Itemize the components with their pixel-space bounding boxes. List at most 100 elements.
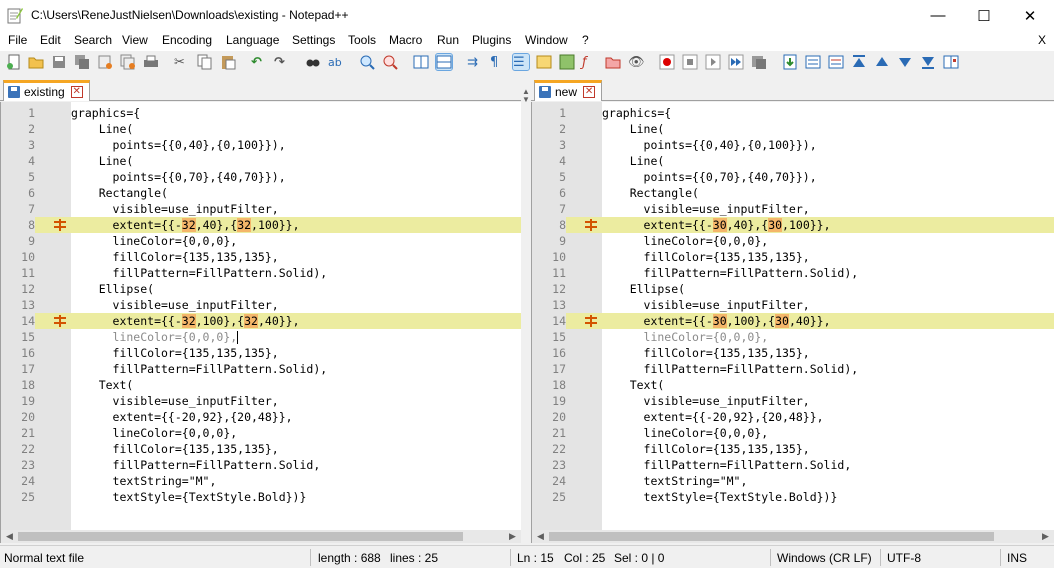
code-line[interactable]: 11 fillPattern=FillPattern.Solid),: [532, 265, 1054, 281]
code-line[interactable]: 19 visible=use_inputFilter,: [1, 393, 521, 409]
code-line[interactable]: 25 textStyle={TextStyle.Bold})}: [1, 489, 521, 505]
code-line[interactable]: 20 extent={{-20,92},{20,48}},: [1, 409, 521, 425]
record-macro-icon[interactable]: [659, 54, 675, 70]
save-icon[interactable]: [51, 54, 67, 70]
scroll-right-icon[interactable]: ▶: [506, 530, 519, 543]
code-line[interactable]: 4 Line(: [1, 153, 521, 169]
menu-search[interactable]: Search: [74, 33, 112, 47]
code-line[interactable]: 17 fillPattern=FillPattern.Solid),: [532, 361, 1054, 377]
stop-macro-icon[interactable]: [682, 54, 698, 70]
save-all-icon[interactable]: [74, 54, 90, 70]
code-line[interactable]: 5 points={{0,70},{40,70}}),: [1, 169, 521, 185]
menu-settings[interactable]: Settings: [292, 33, 335, 47]
menu-tools[interactable]: Tools: [348, 33, 376, 47]
menu-view[interactable]: View: [122, 33, 148, 47]
tab-new[interactable]: new ✕: [534, 80, 603, 101]
right-text-editor[interactable]: 1 graphics={2 Line(3 points={{0,40},{0,10…: [531, 102, 1054, 530]
menu-help[interactable]: ?: [582, 33, 589, 47]
compare-settings-icon[interactable]: [828, 54, 844, 70]
replace-icon[interactable]: ab: [328, 54, 344, 70]
save-macro-icon[interactable]: [751, 54, 767, 70]
pane-splitter[interactable]: ▲ ▼: [521, 80, 531, 543]
open-file-icon[interactable]: [28, 54, 44, 70]
doc-map-icon[interactable]: [559, 54, 575, 70]
code-line[interactable]: 22 fillColor={135,135,135},: [532, 441, 1054, 457]
close-icon[interactable]: [97, 54, 113, 70]
menu-language[interactable]: Language: [226, 33, 279, 47]
code-line[interactable]: 2 Line(: [532, 121, 1054, 137]
code-line[interactable]: 21 lineColor={0,0,0},: [532, 425, 1054, 441]
changed-code-line[interactable]: 8 extent={{-32,40},{32,100}},: [1, 217, 521, 233]
zoom-out-icon[interactable]: [382, 54, 398, 70]
code-line[interactable]: 23 fillPattern=FillPattern.Solid,: [532, 457, 1054, 473]
code-line[interactable]: 12 Ellipse(: [532, 281, 1054, 297]
scroll-right-icon[interactable]: ▶: [1039, 530, 1052, 543]
code-line[interactable]: 12 Ellipse(: [1, 281, 521, 297]
redo-icon[interactable]: ↷: [274, 54, 290, 70]
indent-guide-icon[interactable]: ☰: [512, 53, 530, 71]
new-file-icon[interactable]: [6, 54, 22, 70]
code-line[interactable]: 7 visible=use_inputFilter,: [1, 201, 521, 217]
code-line[interactable]: 21 lineColor={0,0,0},: [1, 425, 521, 441]
cut-icon[interactable]: ✂: [174, 54, 190, 70]
scrollbar-thumb[interactable]: [18, 532, 463, 541]
code-line[interactable]: 24 textString="M",: [532, 473, 1054, 489]
code-line[interactable]: 9 lineColor={0,0,0},: [532, 233, 1054, 249]
code-line[interactable]: 20 extent={{-20,92},{20,48}},: [532, 409, 1054, 425]
find-icon[interactable]: [305, 54, 321, 70]
function-list-icon[interactable]: ƒ: [582, 54, 598, 70]
scroll-left-icon[interactable]: ◀: [3, 530, 16, 543]
compare-icon[interactable]: [782, 54, 798, 70]
folder-workspace-icon[interactable]: [605, 54, 621, 70]
notepadpp-app-icon[interactable]: [7, 7, 23, 24]
monitoring-icon[interactable]: 👁: [628, 54, 645, 70]
left-text-editor[interactable]: 1 graphics={2 Line(3 points={{0,40},{0,10…: [0, 102, 521, 530]
code-line[interactable]: 23 fillPattern=FillPattern.Solid,: [1, 457, 521, 473]
show-all-chars-icon[interactable]: ¶: [490, 54, 506, 70]
undo-icon[interactable]: ↶: [251, 54, 267, 70]
word-wrap-icon[interactable]: ⇉: [467, 54, 483, 70]
nav-bar-icon[interactable]: [943, 54, 959, 70]
menu-edit[interactable]: Edit: [40, 33, 61, 47]
code-line[interactable]: 19 visible=use_inputFilter,: [532, 393, 1054, 409]
tab-close-icon[interactable]: ✕: [70, 86, 83, 98]
code-line[interactable]: 10 fillColor={135,135,135},: [532, 249, 1054, 265]
menu-window[interactable]: Window: [525, 33, 568, 47]
code-line[interactable]: 1 graphics={: [532, 105, 1054, 121]
code-line[interactable]: 15 lineColor={0,0,0},: [532, 329, 1054, 345]
status-encoding[interactable]: UTF-8: [887, 551, 921, 565]
maximize-button[interactable]: ☐: [961, 0, 1007, 31]
code-line[interactable]: 1 graphics={: [1, 105, 521, 121]
changed-code-line[interactable]: 14 extent={{-32,100},{32,40}},: [1, 313, 521, 329]
code-line[interactable]: 2 Line(: [1, 121, 521, 137]
code-line[interactable]: 3 points={{0,40},{0,100}}),: [1, 137, 521, 153]
code-line[interactable]: 4 Line(: [532, 153, 1054, 169]
close-document-button[interactable]: X: [1038, 33, 1046, 47]
print-icon[interactable]: [143, 54, 159, 70]
run-macro-multiple-icon[interactable]: [728, 54, 744, 70]
right-horizontal-scrollbar[interactable]: ◀ ▶: [531, 530, 1054, 543]
code-line[interactable]: 9 lineColor={0,0,0},: [1, 233, 521, 249]
menu-plugins[interactable]: Plugins: [472, 33, 511, 47]
code-line[interactable]: 11 fillPattern=FillPattern.Solid),: [1, 265, 521, 281]
code-line[interactable]: 3 points={{0,40},{0,100}}),: [532, 137, 1054, 153]
tab-close-icon[interactable]: ✕: [583, 86, 596, 98]
code-line[interactable]: 7 visible=use_inputFilter,: [532, 201, 1054, 217]
code-line[interactable]: 16 fillColor={135,135,135},: [1, 345, 521, 361]
status-insert-mode[interactable]: INS: [1007, 551, 1027, 565]
diff-first-icon[interactable]: [851, 54, 867, 70]
minimize-button[interactable]: —: [915, 0, 961, 31]
scrollbar-thumb[interactable]: [549, 532, 994, 541]
play-macro-icon[interactable]: [705, 54, 721, 70]
paste-icon[interactable]: [220, 54, 236, 70]
code-line[interactable]: 13 visible=use_inputFilter,: [1, 297, 521, 313]
code-line[interactable]: 13 visible=use_inputFilter,: [532, 297, 1054, 313]
menu-encoding[interactable]: Encoding: [162, 33, 212, 47]
code-line[interactable]: 22 fillColor={135,135,135},: [1, 441, 521, 457]
left-horizontal-scrollbar[interactable]: ◀ ▶: [0, 530, 521, 543]
sync-horizontal-icon[interactable]: [435, 53, 453, 71]
code-line[interactable]: 10 fillColor={135,135,135},: [1, 249, 521, 265]
menu-run[interactable]: Run: [437, 33, 459, 47]
changed-code-line[interactable]: 14 extent={{-30,100},{30,40}},: [532, 313, 1054, 329]
diff-prev-icon[interactable]: [874, 54, 890, 70]
